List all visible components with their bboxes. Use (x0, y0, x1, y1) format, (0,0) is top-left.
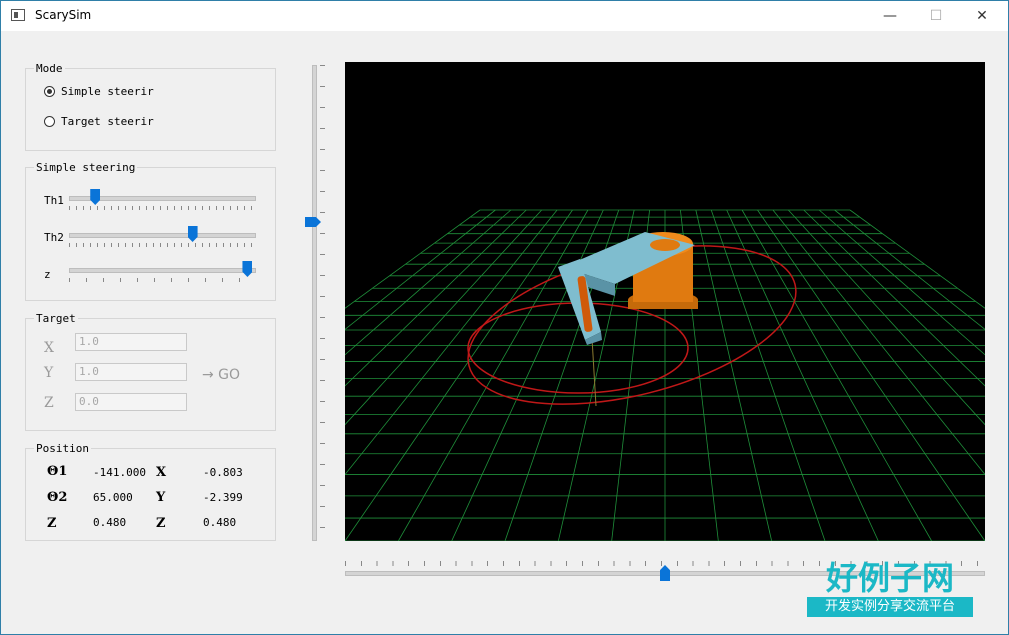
slider-ticks (320, 65, 325, 541)
z-slider[interactable] (69, 261, 256, 288)
radio-checked-icon (44, 85, 55, 97)
position-group: Position Θ1 -141.000 Θ2 65.000 Z 0.480 X… (25, 442, 276, 541)
slider-handle[interactable] (90, 189, 101, 205)
simple-steering-radio[interactable]: Simple steerir (44, 83, 154, 99)
watermark-logo: 好例子网 开发实例分享交流平台 (807, 561, 973, 627)
window-title: ScarySim (35, 8, 92, 22)
slider-groove (69, 268, 256, 273)
target-y-input[interactable]: 1.0 (75, 363, 187, 381)
pos-x-label: X (156, 465, 167, 480)
radio-label: Simple steerir (61, 84, 154, 98)
minimize-button[interactable]: — (867, 1, 913, 31)
position-title: Position (34, 442, 91, 455)
target-y-label: Y (44, 365, 54, 381)
simple-steering-title: Simple steering (34, 161, 138, 174)
radio-label: Target steerir (61, 114, 154, 128)
joint-z-value: 0.480 (93, 516, 127, 529)
radio-unchecked-icon (44, 115, 55, 127)
slider-ticks (69, 206, 256, 210)
slider-handle[interactable] (187, 226, 198, 242)
joint-z-label: Z (47, 516, 57, 531)
slider-ticks (69, 278, 256, 282)
slider-groove (312, 65, 317, 541)
target-z-input[interactable]: 0.0 (75, 393, 187, 411)
pos-x-value: -0.803 (203, 466, 243, 479)
theta1-label: Θ1 (47, 464, 68, 479)
maximize-button[interactable]: ☐ (913, 1, 959, 31)
th1-label: Th1 (44, 194, 64, 207)
pos-y-label: Y (156, 490, 166, 505)
th2-slider[interactable] (69, 226, 256, 253)
simple-steering-group: Simple steering Th1 Th2 z (25, 161, 276, 301)
target-x-label: X (44, 340, 54, 356)
slider-groove (69, 233, 256, 238)
theta2-label: Θ2 (47, 490, 68, 505)
z-label: z (44, 268, 51, 281)
title-bar: ScarySim — ☐ ✕ (1, 1, 1008, 31)
th1-slider[interactable] (69, 189, 256, 216)
3d-viewport[interactable] (24, 62, 1009, 542)
go-button[interactable]: → GO (202, 367, 240, 383)
slider-handle[interactable] (305, 217, 321, 227)
target-x-input[interactable]: 1.0 (75, 333, 187, 351)
th2-label: Th2 (44, 231, 64, 244)
pos-y-value: -2.399 (203, 491, 243, 504)
watermark-title: 好例子网 (825, 559, 954, 597)
slider-handle[interactable] (660, 565, 670, 581)
slider-handle[interactable] (242, 261, 253, 277)
watermark-subtitle: 开发实例分享交流平台 (807, 597, 973, 617)
mode-group: Mode Simple steerir Target steerir (25, 62, 276, 151)
target-steering-radio[interactable]: Target steerir (44, 113, 154, 129)
slider-ticks (69, 243, 256, 247)
pos-z-label: Z (156, 516, 166, 531)
pos-z-value: 0.480 (203, 516, 237, 529)
theta1-value: -141.000 (93, 466, 146, 479)
app-window: ScarySim — ☐ ✕ Mode Simple steerir Targe… (0, 0, 1009, 635)
target-group: Target X 1.0 Y 1.0 Z 0.0 → GO (25, 312, 276, 431)
robot-scene (24, 209, 1009, 542)
target-title: Target (34, 312, 78, 325)
close-button[interactable]: ✕ (959, 1, 1005, 31)
app-icon (11, 9, 25, 21)
target-z-label: Z (44, 395, 54, 411)
mode-group-title: Mode (34, 62, 65, 75)
theta2-value: 65.000 (93, 491, 133, 504)
camera-elevation-slider[interactable] (305, 65, 326, 541)
